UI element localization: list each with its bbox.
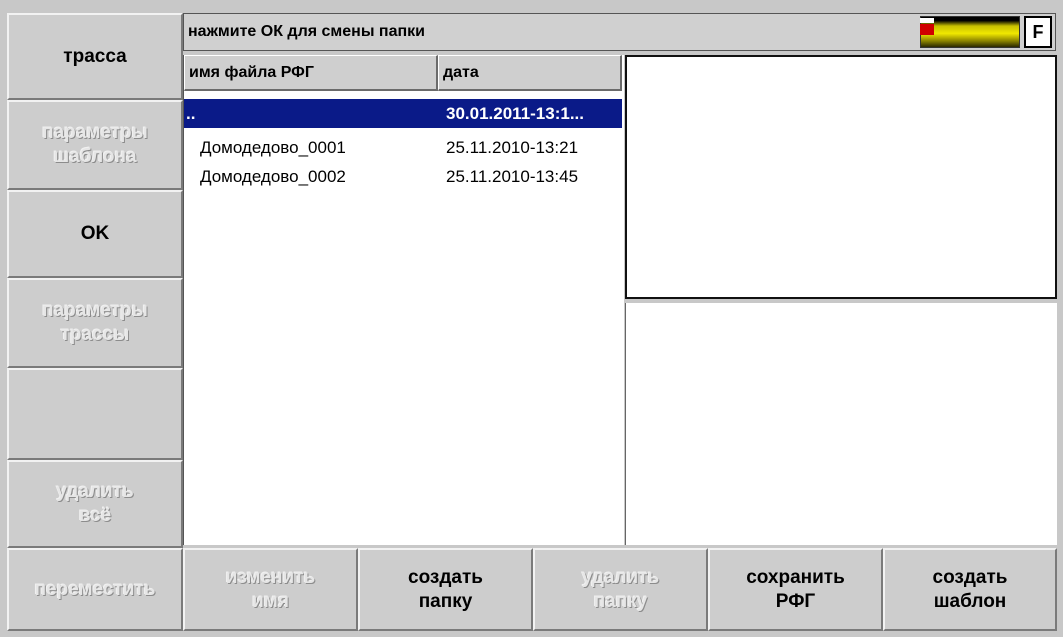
file-name: Домодедово_0001 <box>200 138 346 157</box>
left-btn-delete-all[interactable]: удалить всё <box>7 460 183 548</box>
bottom-btn-delete-folder[interactable]: удалить папку <box>533 548 708 631</box>
file-date: 30.01.2011-13:1... <box>446 104 585 123</box>
left-btn-trace[interactable]: трасса <box>7 13 183 100</box>
bottom-btn-create-folder[interactable]: создать папку <box>358 548 533 631</box>
file-row[interactable]: Домодедово_0001 25.11.2010-13:21 <box>184 133 622 162</box>
preview-pane-top <box>625 55 1057 299</box>
bottom-btn-create-template[interactable]: создать шаблон <box>883 548 1057 631</box>
file-list[interactable]: имя файла РФГ дата .. 30.01.2011-13:1...… <box>183 55 624 545</box>
file-date: 25.11.2010-13:21 <box>446 138 579 157</box>
column-header-name[interactable]: имя файла РФГ <box>184 55 438 91</box>
bottom-btn-save-rfg[interactable]: сохранить РФГ <box>708 548 883 631</box>
preview-pane-bottom <box>625 303 1057 545</box>
file-name: Домодедово_0002 <box>200 167 346 186</box>
bottom-btn-rename[interactable]: изменить имя <box>183 548 358 631</box>
file-row[interactable]: .. 30.01.2011-13:1... <box>184 99 622 128</box>
file-name: .. <box>186 104 196 123</box>
column-header-date[interactable]: дата <box>438 55 622 91</box>
left-btn-template-params[interactable]: параметры шаблона <box>7 100 183 190</box>
indicator-red-mark <box>920 24 934 35</box>
status-text: нажмите ОК для смены папки <box>188 23 425 40</box>
level-indicator-icon <box>920 16 1020 48</box>
file-date: 25.11.2010-13:45 <box>446 167 579 186</box>
left-btn-trace-params[interactable]: параметры трассы <box>7 278 183 368</box>
file-row[interactable]: Домодедово_0002 25.11.2010-13:45 <box>184 162 622 191</box>
left-btn-empty <box>7 368 183 460</box>
bottom-btn-move[interactable]: переместить <box>7 548 183 631</box>
left-btn-ok[interactable]: OK <box>7 190 183 278</box>
indicator-white-mark <box>920 18 934 23</box>
f-button[interactable]: F <box>1024 16 1052 48</box>
